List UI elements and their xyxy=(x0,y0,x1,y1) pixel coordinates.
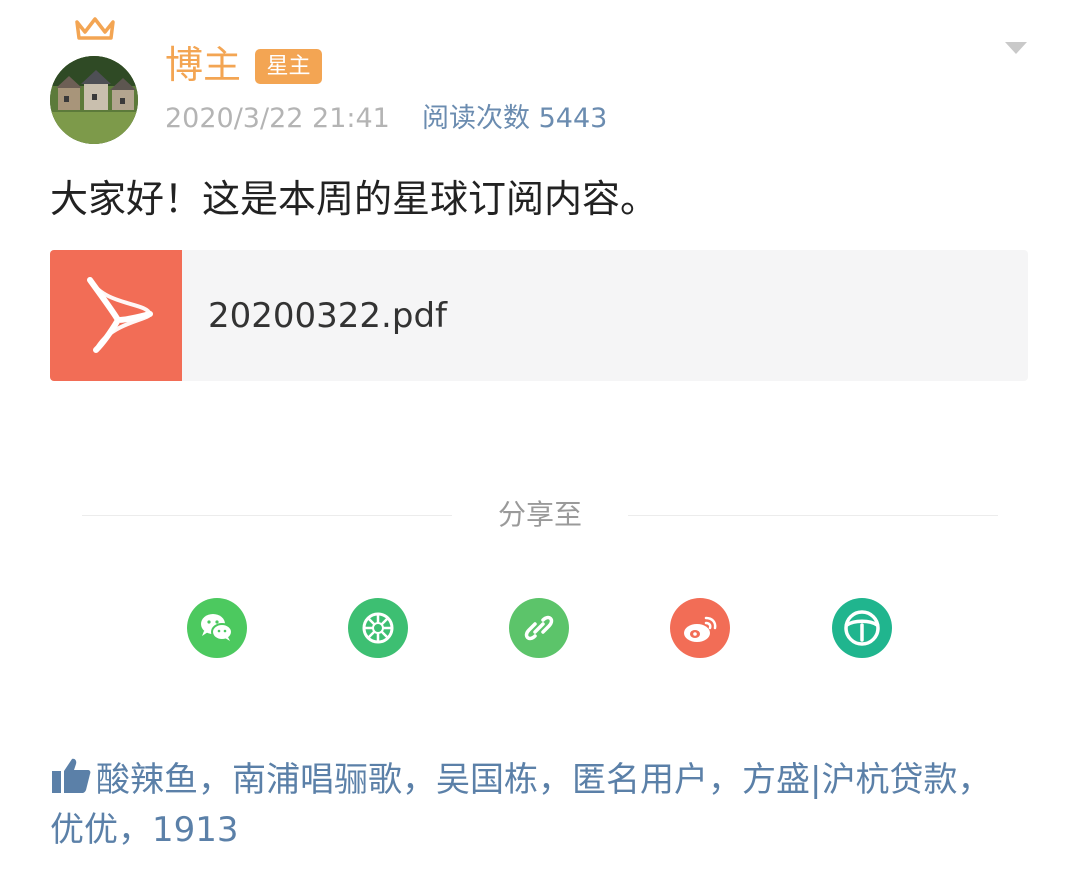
divider xyxy=(628,515,998,516)
share-link-button[interactable] xyxy=(509,598,569,658)
author-name[interactable]: 博主 xyxy=(165,40,241,90)
post-card: 博主 星主 2020/3/22 21:41 阅读次数 5443 大家好！这是本周… xyxy=(0,0,1080,896)
pdf-icon xyxy=(50,250,182,381)
author-avatar[interactable] xyxy=(50,16,140,144)
crown-icon xyxy=(75,17,115,40)
read-count: 阅读次数 5443 xyxy=(422,103,608,134)
moments-icon xyxy=(362,612,394,644)
pdf-attachment[interactable]: 20200322.pdf xyxy=(50,250,1028,381)
likes-list: 酸辣鱼，南浦唱骊歌，吴国栋，匿名用户，方盛|沪杭贷款，优优，1913 xyxy=(50,755,1010,855)
share-label: 分享至 xyxy=(497,498,582,531)
share-wechat-button[interactable] xyxy=(187,598,247,658)
share-moments-button[interactable] xyxy=(348,598,408,658)
post-content: 大家好！这是本周的星球订阅内容。 xyxy=(50,177,659,221)
share-weibo-button[interactable] xyxy=(670,598,730,658)
share-app-icon xyxy=(844,610,880,646)
post-timestamp: 2020/3/22 21:41 xyxy=(165,103,390,134)
share-other-button[interactable] xyxy=(832,598,892,658)
owner-badge: 星主 xyxy=(255,49,322,84)
attachment-file-name: 20200322.pdf xyxy=(208,296,447,336)
avatar[interactable] xyxy=(50,56,138,144)
weibo-icon xyxy=(684,616,717,642)
divider xyxy=(82,515,452,516)
more-options-icon[interactable] xyxy=(1005,42,1027,54)
link-icon xyxy=(524,615,554,641)
wechat-icon xyxy=(201,614,233,641)
thumbs-up-icon xyxy=(52,758,91,793)
likes-names[interactable]: 酸辣鱼，南浦唱骊歌，吴国栋，匿名用户，方盛|沪杭贷款，优优，1913 xyxy=(50,760,991,850)
